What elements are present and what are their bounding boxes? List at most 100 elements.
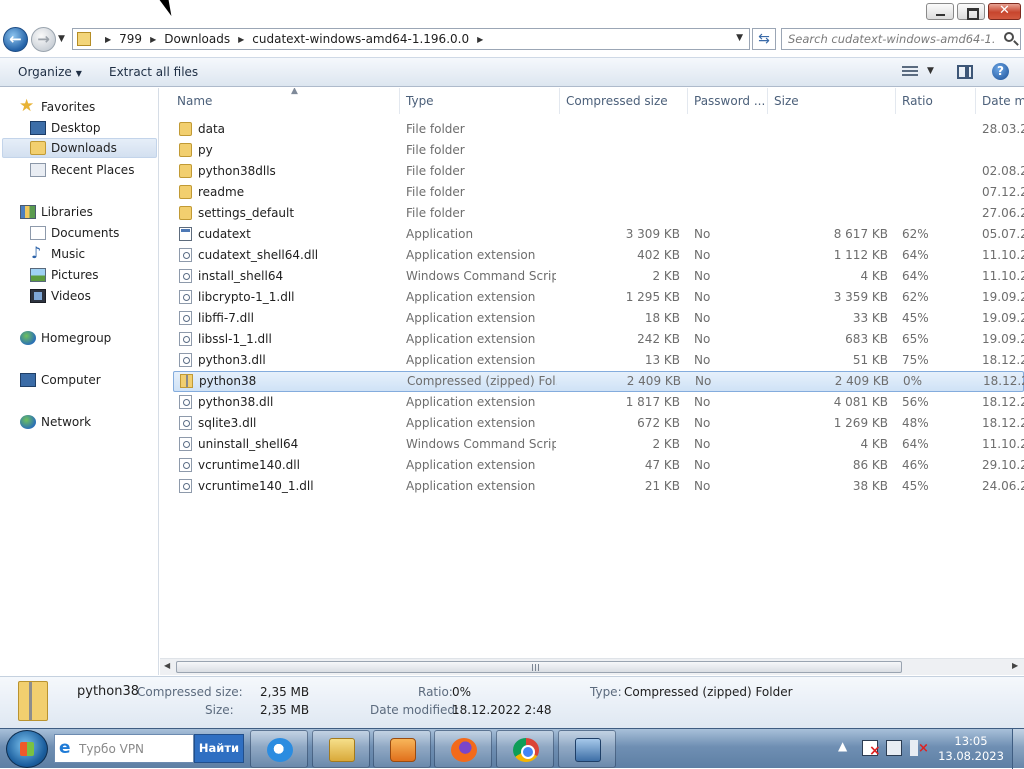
change-view-icon[interactable] xyxy=(902,66,918,78)
file-row[interactable]: install_shell64 Windows Command Script 2 K… xyxy=(160,266,1024,287)
file-row[interactable]: cudatext_shell64.dll Application extensio… xyxy=(160,245,1024,266)
file-row[interactable]: sqlite3.dll Application extension 672 KB No… xyxy=(160,413,1024,434)
recent-pages-dropdown[interactable]: ▼ xyxy=(58,34,65,44)
nav-pictures[interactable]: Pictures xyxy=(30,265,99,285)
file-type: File folder xyxy=(406,185,465,199)
file-size: 51 KB xyxy=(852,353,888,367)
taskbar-app-internet-explorer[interactable] xyxy=(250,730,308,768)
nav-label: Music xyxy=(51,247,86,261)
breadcrumb-chevron-icon[interactable]: ▶ xyxy=(105,35,111,44)
nav-computer[interactable]: Computer xyxy=(20,370,101,390)
breadcrumb-chevron-icon[interactable]: ▶ xyxy=(238,35,244,44)
view-options-dropdown[interactable]: ▼ xyxy=(927,66,934,76)
breadcrumb-item[interactable]: 799 xyxy=(119,32,142,46)
forward-arrow-icon: → xyxy=(37,30,50,48)
zip-folder-icon xyxy=(180,374,193,388)
close-button[interactable]: ✕ xyxy=(988,3,1021,20)
nav-documents[interactable]: Documents xyxy=(30,223,119,243)
internet-explorer-icon: e xyxy=(59,738,71,758)
file-row[interactable]: python3.dll Application extension 13 KB No 5… xyxy=(160,350,1024,371)
file-type: File folder xyxy=(406,206,465,220)
column-header-date-modified[interactable]: Date mo xyxy=(976,88,1024,114)
computer-icon xyxy=(20,373,36,387)
nav-libraries[interactable]: Libraries xyxy=(20,202,93,222)
maximize-button[interactable] xyxy=(957,3,985,20)
nav-homegroup[interactable]: Homegroup xyxy=(20,328,111,348)
back-button[interactable]: ← xyxy=(3,27,28,52)
column-header-size[interactable]: Size xyxy=(768,88,896,114)
file-compressed-size: 402 KB xyxy=(637,248,680,262)
breadcrumb-item[interactable]: Downloads xyxy=(164,32,230,46)
file-password: No xyxy=(694,458,711,472)
breadcrumb-chevron-icon[interactable]: ▶ xyxy=(477,35,483,44)
minimize-button[interactable] xyxy=(926,3,954,20)
file-row[interactable]: libssl-1_1.dll Application extension 242 K… xyxy=(160,329,1024,350)
file-row[interactable]: data File folder 28.03.20 xyxy=(160,119,1024,140)
nav-network[interactable]: Network xyxy=(20,412,91,432)
nav-recent-places[interactable]: Recent Places xyxy=(30,160,134,180)
column-header-compressed-size[interactable]: Compressed size xyxy=(560,88,688,114)
file-type: Compressed (zipped) Fol... xyxy=(407,374,557,388)
extract-all-button[interactable]: Extract all files xyxy=(109,65,198,79)
taskbar-app-chrome[interactable] xyxy=(496,730,554,768)
nav-desktop[interactable]: Desktop xyxy=(30,118,101,138)
file-row[interactable]: libcrypto-1_1.dll Application extension 1 … xyxy=(160,287,1024,308)
taskbar-search-input[interactable] xyxy=(79,741,189,757)
file-row[interactable]: readme File folder 07.12.20 xyxy=(160,182,1024,203)
file-row[interactable]: python38dlls File folder 02.08.20 xyxy=(160,161,1024,182)
column-header-type[interactable]: Type xyxy=(400,88,560,114)
file-row[interactable]: python38.dll Application extension 1 817 K… xyxy=(160,392,1024,413)
file-row[interactable]: python38 Compressed (zipped) Fol... 2 409 … xyxy=(173,371,1024,392)
nav-videos[interactable]: Videos xyxy=(30,286,91,306)
taskbar-app-media-player[interactable] xyxy=(373,730,431,768)
taskbar-app-remote-desktop[interactable] xyxy=(558,730,616,768)
file-row[interactable]: libffi-7.dll Application extension 18 KB No… xyxy=(160,308,1024,329)
breadcrumb-chevron-icon[interactable]: ▶ xyxy=(150,35,156,44)
nav-music[interactable]: Music xyxy=(30,243,86,264)
volume-muted-icon[interactable] xyxy=(910,740,929,756)
file-row[interactable]: cudatext Application 3 309 KB No 8 617 KB 62%… xyxy=(160,224,1024,245)
application-icon xyxy=(179,227,192,241)
search-input[interactable] xyxy=(788,31,994,47)
preview-pane-button[interactable] xyxy=(957,65,973,79)
search-box[interactable] xyxy=(781,28,1021,50)
file-row[interactable]: uninstall_shell64 Windows Command Script 2… xyxy=(160,434,1024,455)
file-ratio: 64% xyxy=(902,269,929,283)
network-tray-icon[interactable] xyxy=(886,740,902,756)
taskbar-app-windows-explorer[interactable] xyxy=(312,730,370,768)
file-row[interactable]: vcruntime140.dll Application extension 47 … xyxy=(160,455,1024,476)
organize-button[interactable]: Organize ▼ xyxy=(18,65,82,79)
show-desktop-button[interactable] xyxy=(1012,729,1024,769)
address-bar[interactable]: ▶ 799 ▶ Downloads ▶ cudatext-windows-amd… xyxy=(72,28,750,50)
address-history-dropdown[interactable]: ▼ xyxy=(736,33,743,43)
system-clock[interactable]: 13:05 13.08.2023 xyxy=(938,734,1004,764)
file-type: File folder xyxy=(406,122,465,136)
help-button[interactable]: ? xyxy=(992,63,1009,80)
file-row[interactable]: settings_default File folder 27.06.20 xyxy=(160,203,1024,224)
file-row[interactable]: py File folder xyxy=(160,140,1024,161)
column-header-password[interactable]: Password ... xyxy=(688,88,768,114)
column-header-name[interactable]: Name ▲ xyxy=(171,88,400,114)
file-compressed-size: 1 817 KB xyxy=(625,395,680,409)
nav-favorites[interactable]: Favorites xyxy=(19,96,95,117)
action-center-alert-icon[interactable] xyxy=(862,740,881,758)
column-header-ratio[interactable]: Ratio xyxy=(896,88,976,114)
file-row[interactable]: vcruntime140_1.dll Application extension 2… xyxy=(160,476,1024,497)
start-button[interactable] xyxy=(6,730,48,768)
taskbar-search-box[interactable]: e xyxy=(54,734,194,763)
taskbar-app-firefox[interactable] xyxy=(434,730,492,768)
taskbar-search-button[interactable]: Найти xyxy=(194,734,244,763)
folder-icon xyxy=(179,122,192,136)
forward-button[interactable]: → xyxy=(31,27,56,52)
scrollbar-thumb[interactable] xyxy=(176,661,902,673)
search-icon[interactable] xyxy=(1004,32,1014,42)
scroll-left-icon[interactable]: ◀ xyxy=(164,661,170,670)
show-hidden-icons-button[interactable]: ▲ xyxy=(838,739,847,753)
nav-downloads[interactable]: Downloads xyxy=(2,138,157,158)
breadcrumb-item[interactable]: cudatext-windows-amd64-1.196.0.0 xyxy=(252,32,469,46)
file-date-modified: 11.10.20 xyxy=(982,248,1024,262)
file-password: No xyxy=(694,311,711,325)
refresh-button[interactable]: ⇆ xyxy=(752,28,776,50)
scroll-right-icon[interactable]: ▶ xyxy=(1012,661,1018,670)
horizontal-scrollbar[interactable]: ◀ ▶ xyxy=(160,658,1024,675)
